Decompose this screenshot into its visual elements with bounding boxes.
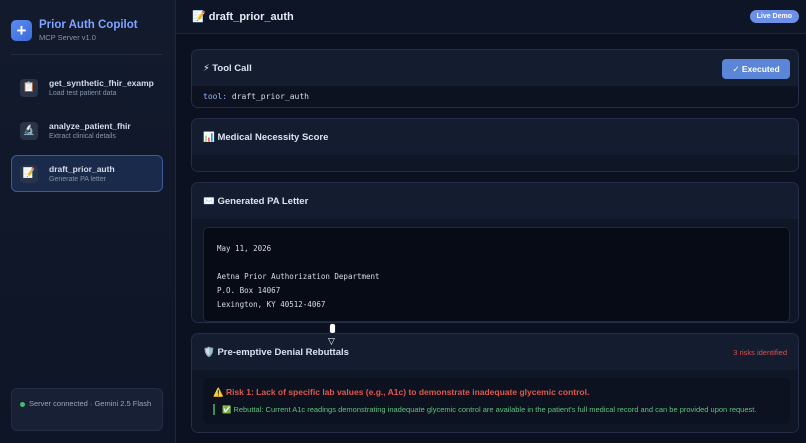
tool-description: Generate PA letter [49,176,107,183]
denial-rebuttals-header: 🛡️ Pre-emptive Denial Rebuttals 3 risks … [192,334,798,370]
tool-description: Load test patient data [49,90,117,97]
pa-letter-header: ✉️ Generated PA Letter [192,183,798,219]
app-window: + Prior Auth Copilot MCP Server v1.0 📋 g… [0,0,806,443]
medical-necessity-card: 📊 Medical Necessity Score [191,118,799,172]
tool-name: analyze_patient_fhir [49,121,131,131]
brand: + Prior Auth Copilot MCP Server v1.0 [0,0,175,54]
plus-icon: + [11,20,32,41]
letter-body[interactable]: May 11, 2026 Aetna Prior Authorization D… [203,227,790,322]
letter-date: May 11, 2026 [217,244,272,253]
clipboard-icon: 📋 [20,78,38,97]
memo-icon: 📝 [20,164,38,183]
card-title: ✉️ Generated PA Letter [203,195,309,207]
tool-list: 📋 get_synthetic_fhir_example Load test p… [0,55,175,192]
score-body [192,155,798,171]
tool-name: get_synthetic_fhir_example [49,78,154,88]
main-panel: 📝 draft_prior_auth Live Demo ⚡ Tool Call… [176,0,806,443]
rebuttal-text: ✅ Rebuttal: Current A1c readings demonst… [213,404,780,415]
cursor-pointer-icon: ▽ [328,336,335,346]
tool-description: Extract clinical details [49,133,116,140]
letter-address-line: Lexington, KY 40512-4067 [217,300,326,309]
sidebar-item-get-synthetic-fhir-example[interactable]: 📋 get_synthetic_fhir_example Load test p… [11,69,163,106]
microscope-icon: 🔬 [20,121,38,140]
code-key: tool: [203,92,228,101]
denial-rebuttals-card: 🛡️ Pre-emptive Denial Rebuttals 3 risks … [191,333,799,433]
tool-call-code: tool: draft_prior_auth [192,86,798,107]
executed-button[interactable]: ✓ Executed [722,59,790,79]
tool-name: draft_prior_auth [49,164,115,174]
status-text: Server connected · Gemini 2.5 Flash [29,399,152,408]
sidebar: + Prior Auth Copilot MCP Server v1.0 📋 g… [0,0,176,443]
medical-necessity-header: 📊 Medical Necessity Score [192,119,798,155]
mouse-cursor-icon [329,323,336,334]
status-dot-icon [20,401,25,407]
card-title: 🛡️ Pre-emptive Denial Rebuttals [203,346,349,358]
letter-address-line: Aetna Prior Authorization Department [217,272,380,281]
card-title: ⚡ Tool Call [203,62,252,74]
letter-address-line: P.O. Box 14067 [217,286,281,295]
sidebar-item-analyze-patient-fhir[interactable]: 🔬 analyze_patient_fhir Extract clinical … [11,112,163,149]
code-value: draft_prior_auth [227,92,309,101]
page-title: 📝 draft_prior_auth [192,11,294,23]
brand-subtitle: MCP Server v1.0 [39,33,96,42]
card-title: 📊 Medical Necessity Score [203,131,329,143]
live-demo-badge: Live Demo [749,10,799,23]
brand-title: Prior Auth Copilot [39,19,138,31]
server-status: Server connected · Gemini 2.5 Flash [11,388,163,431]
tool-call-card: ⚡ Tool Call ✓ Executed tool: draft_prior… [191,49,799,108]
topbar: 📝 draft_prior_auth Live Demo [176,0,806,34]
risk-title: ⚠️ Risk 1: Lack of specific lab values (… [213,387,590,397]
pa-letter-card: ✉️ Generated PA Letter May 11, 2026 Aetn… [191,182,799,323]
risk-item: ⚠️ Risk 1: Lack of specific lab values (… [203,378,790,424]
risk-count: 3 risks identified [733,347,787,357]
content: ⚡ Tool Call ✓ Executed tool: draft_prior… [176,34,806,433]
tool-call-header: ⚡ Tool Call ✓ Executed [192,50,798,86]
sidebar-item-draft-prior-auth[interactable]: 📝 draft_prior_auth Generate PA letter [11,155,163,192]
